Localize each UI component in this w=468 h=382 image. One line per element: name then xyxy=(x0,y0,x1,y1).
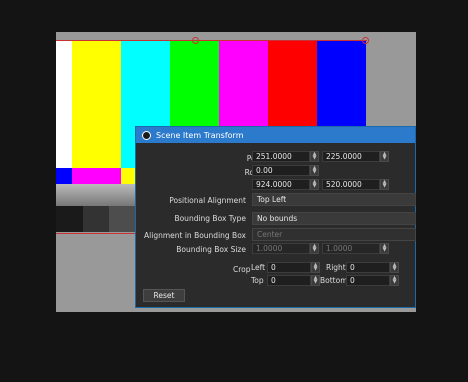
bounding-box-type-select[interactable]: No bounds xyxy=(252,212,416,225)
size-width-input[interactable]: 924.0000 xyxy=(252,179,310,190)
bounding-box-width-input[interactable]: 1.0000 xyxy=(252,243,310,254)
size-width-spinner[interactable]: ▲ ▼ xyxy=(310,179,319,190)
scene-item-transform-dialog: Scene Item Transform Position 251.0000 ▲… xyxy=(135,126,416,308)
crop-top-input[interactable]: 0 xyxy=(267,275,311,286)
crop-label: Crop xyxy=(233,265,251,274)
position-x-spinner[interactable]: ▲ ▼ xyxy=(310,151,319,162)
crop-top-spinner[interactable]: ▲ ▼ xyxy=(311,275,320,286)
position-y-spinner[interactable]: ▲ ▼ xyxy=(380,151,389,162)
bounding-box-size-label: Bounding Box Size xyxy=(176,245,246,254)
size-height-spinner[interactable]: ▲ ▼ xyxy=(380,179,389,190)
crop-left-input[interactable]: 0 xyxy=(267,262,311,273)
positional-alignment-label: Positional Alignment xyxy=(169,196,246,205)
position-y-input[interactable]: 225.0000 xyxy=(322,151,380,162)
obs-icon xyxy=(142,130,151,140)
transform-handle-top[interactable] xyxy=(192,37,199,44)
transform-handle-top-right[interactable] xyxy=(362,37,369,44)
crop-right-label: Right xyxy=(326,263,346,272)
position-x-input[interactable]: 251.0000 xyxy=(252,151,310,162)
bounding-box-height-input[interactable]: 1.0000 xyxy=(322,243,380,254)
crop-right-spinner[interactable]: ▲ ▼ xyxy=(390,262,399,273)
alignment-in-bounding-box-select[interactable]: Center xyxy=(252,228,416,241)
crop-bottom-spinner[interactable]: ▲ ▼ xyxy=(390,275,399,286)
crop-left-spinner[interactable]: ▲ ▼ xyxy=(311,262,320,273)
rotation-input[interactable]: 0.00 xyxy=(252,165,310,176)
dialog-title: Scene Item Transform xyxy=(156,130,244,140)
crop-left-label: Left xyxy=(251,263,266,272)
crop-right-input[interactable]: 0 xyxy=(346,262,390,273)
crop-bottom-input[interactable]: 0 xyxy=(346,275,390,286)
crop-top-label: Top xyxy=(251,276,264,285)
alignment-in-bounding-box-label: Alignment in Bounding Box xyxy=(144,231,246,240)
size-height-input[interactable]: 520.0000 xyxy=(322,179,380,190)
dialog-title-bar[interactable]: Scene Item Transform xyxy=(136,127,415,143)
bounding-box-width-spinner[interactable]: ▲ ▼ xyxy=(310,243,319,254)
bounding-box-type-label: Bounding Box Type xyxy=(174,214,246,223)
positional-alignment-select[interactable]: Top Left xyxy=(252,193,416,206)
reset-button[interactable]: Reset xyxy=(143,289,185,302)
crop-bottom-label: Bottom xyxy=(320,276,348,285)
rotation-spinner[interactable]: ▲ ▼ xyxy=(310,165,319,176)
bounding-box-height-spinner[interactable]: ▲ ▼ xyxy=(380,243,389,254)
